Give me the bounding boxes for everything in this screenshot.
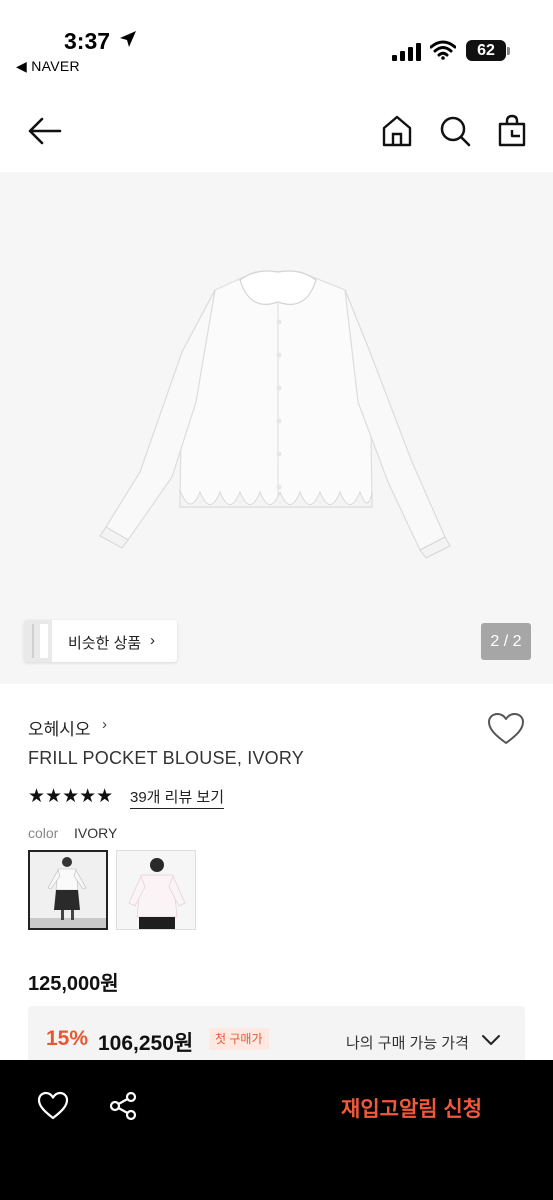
cellular-signal-icon: [392, 43, 421, 61]
location-arrow-icon: [120, 31, 136, 47]
chevron-down-icon[interactable]: [481, 1033, 501, 1047]
share-icon[interactable]: [108, 1091, 138, 1121]
home-icon[interactable]: [381, 114, 413, 148]
model-photo-1: [30, 852, 106, 928]
product-image[interactable]: [0, 172, 553, 684]
wishlist-heart-icon[interactable]: [487, 712, 525, 746]
review-link[interactable]: 39개 리뷰 보기: [130, 786, 225, 809]
image-page-indicator: 2 / 2: [481, 623, 531, 660]
wifi-icon: [430, 40, 456, 60]
model-photo-2: [117, 851, 195, 929]
similar-products-thumbnail: [24, 620, 52, 662]
status-time: 3:37: [64, 28, 111, 54]
battery-cap: [507, 47, 510, 55]
brand-link[interactable]: 오헤시오: [28, 715, 91, 740]
bottom-action-bar: [0, 1060, 553, 1200]
heart-icon[interactable]: [37, 1091, 69, 1121]
back-arrow-icon[interactable]: [26, 114, 64, 148]
discount-percent: 15%: [46, 1027, 89, 1050]
search-icon[interactable]: [438, 114, 472, 148]
color-value: IVORY: [74, 825, 118, 841]
battery-level: 62: [477, 42, 495, 59]
product-name: FRILL POCKET BLOUSE, IVORY: [28, 748, 304, 768]
discounted-price: 106,250원: [98, 1032, 194, 1055]
restock-alert-button[interactable]: 재입고알림 신청: [341, 1093, 482, 1123]
blouse-illustration: [99, 270, 451, 559]
similar-products-label[interactable]: 비슷한 상품: [68, 632, 141, 653]
my-price-label[interactable]: 나의 구매 가능 가격: [346, 1032, 469, 1053]
color-option-thumbnail[interactable]: [116, 850, 196, 930]
shopping-bag-icon[interactable]: [496, 114, 528, 148]
rating-stars: ★★★★★: [28, 786, 114, 807]
color-label: color: [28, 825, 59, 841]
original-price: 125,000원: [28, 973, 119, 995]
brand-chevron-icon: ›: [102, 716, 107, 733]
chevron-right-icon: ›: [150, 632, 155, 649]
status-bar: 3:37 ◀ NAVER 62: [0, 0, 553, 90]
color-option-thumbnail-selected[interactable]: [28, 850, 108, 930]
first-purchase-badge: 첫 구매가: [209, 1028, 269, 1050]
back-to-app-link[interactable]: ◀ NAVER: [16, 58, 80, 75]
